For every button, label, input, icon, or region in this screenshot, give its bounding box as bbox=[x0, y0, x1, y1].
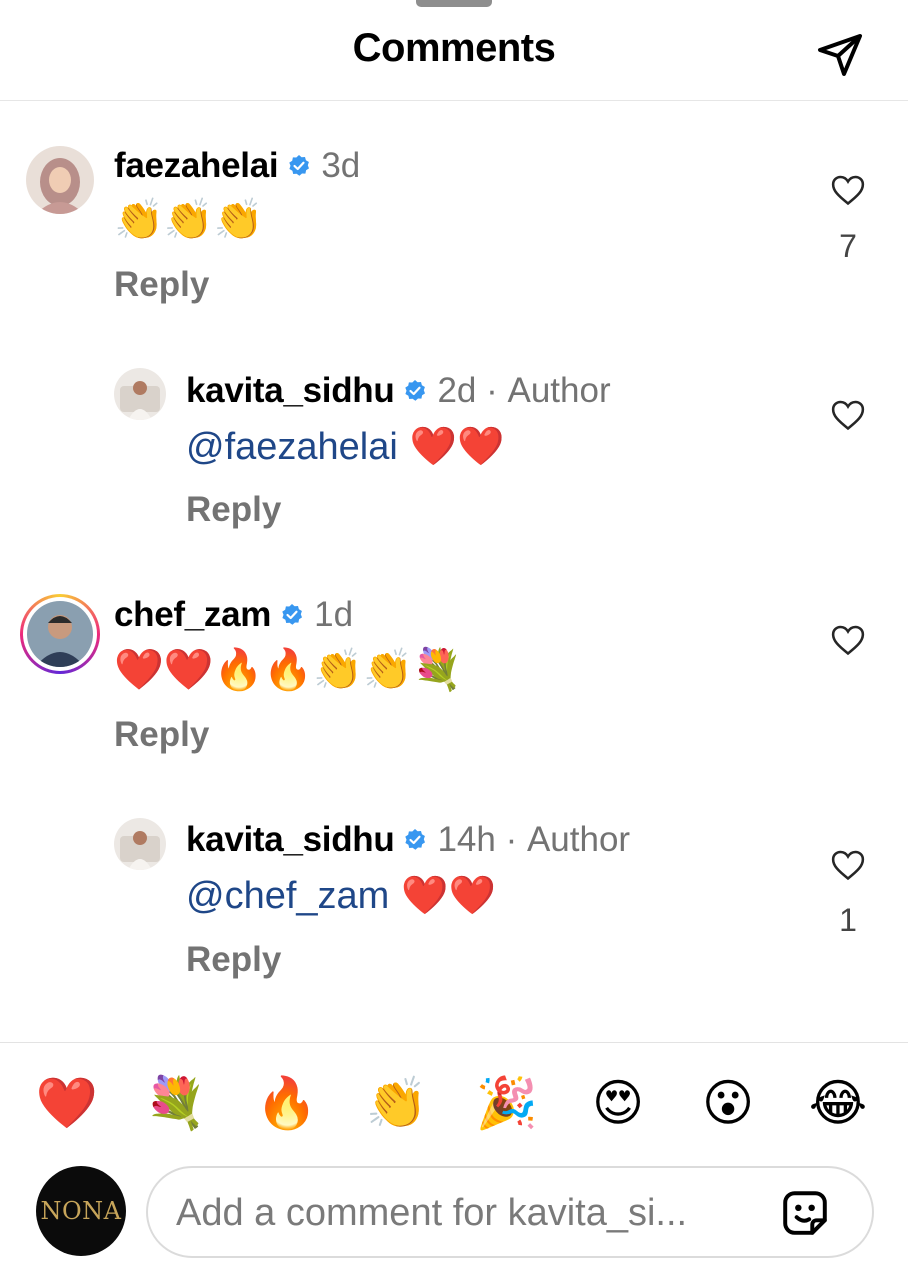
avatar[interactable] bbox=[26, 146, 94, 214]
avatar[interactable] bbox=[114, 818, 166, 870]
comment-text: ❤️❤️🔥🔥👏👏💐 bbox=[114, 647, 463, 693]
comment-time: 3d bbox=[321, 146, 361, 185]
quick-reaction-party[interactable]: 🎉 bbox=[472, 1068, 542, 1138]
avatar[interactable] bbox=[114, 368, 166, 420]
meta-separator: · bbox=[495, 820, 527, 859]
comment-input-placeholder: Add a comment for kavita_si... bbox=[176, 1192, 688, 1234]
heart-icon bbox=[831, 850, 865, 881]
heart-icon bbox=[831, 625, 865, 656]
sticker-icon bbox=[783, 1191, 827, 1235]
current-user-avatar[interactable]: NONA bbox=[36, 1166, 126, 1256]
avatar-story-ring[interactable] bbox=[20, 594, 100, 674]
comment-mention[interactable]: @faezahelai bbox=[186, 426, 398, 468]
comment-time: 2d bbox=[437, 371, 477, 410]
share-button[interactable] bbox=[812, 26, 868, 82]
reply-button[interactable]: Reply bbox=[114, 265, 209, 305]
quick-reaction-heart[interactable]: ❤️ bbox=[32, 1068, 102, 1138]
like-button[interactable] bbox=[828, 620, 868, 660]
comment-text: ❤️❤️ bbox=[397, 424, 505, 468]
sticker-button[interactable] bbox=[780, 1188, 830, 1238]
like-count: 1 bbox=[839, 902, 857, 938]
comment-username[interactable]: chef_zam bbox=[114, 595, 271, 635]
reply-button[interactable]: Reply bbox=[114, 715, 209, 755]
quick-reaction-surprised[interactable]: 😮 bbox=[693, 1068, 763, 1138]
heart-icon bbox=[831, 400, 865, 431]
like-button[interactable] bbox=[828, 845, 868, 885]
quick-reaction-laugh[interactable]: 😂 bbox=[803, 1068, 873, 1138]
comment-body: @chef_zam ❤️❤️ bbox=[186, 871, 496, 920]
like-count: 7 bbox=[839, 228, 857, 264]
comment-input[interactable]: Add a comment for kavita_si... bbox=[146, 1166, 874, 1258]
comment-username[interactable]: faezahelai bbox=[114, 146, 279, 186]
verified-icon bbox=[282, 604, 303, 625]
divider bbox=[0, 1042, 908, 1043]
page-title: Comments bbox=[352, 26, 556, 70]
quick-reaction-heart-eyes[interactable]: 😍 bbox=[583, 1068, 653, 1138]
comment-mention[interactable]: @chef_zam bbox=[186, 875, 389, 917]
comment-text: 👏👏👏 bbox=[114, 197, 264, 243]
quick-reaction-fire[interactable]: 🔥 bbox=[252, 1068, 322, 1138]
author-label: Author bbox=[507, 371, 611, 410]
comment-body: @faezahelai ❤️❤️ bbox=[186, 422, 505, 471]
quick-reaction-bar: ❤️ 💐 🔥 👏 🎉 😍 😮 😂 bbox=[0, 1068, 908, 1138]
heart-icon bbox=[831, 175, 865, 206]
comment-time: 14h bbox=[437, 820, 496, 859]
avatar-logo-text: NONA bbox=[40, 1197, 122, 1225]
header: Comments bbox=[0, 0, 908, 101]
share-icon bbox=[818, 34, 862, 76]
author-label: Author bbox=[526, 820, 631, 859]
like-button[interactable] bbox=[828, 395, 868, 435]
verified-icon bbox=[405, 829, 426, 850]
reply-button[interactable]: Reply bbox=[186, 490, 281, 530]
reply-button[interactable]: Reply bbox=[186, 940, 281, 980]
quick-reaction-bouquet[interactable]: 💐 bbox=[141, 1068, 211, 1138]
comment-text: ❤️❤️ bbox=[389, 873, 497, 917]
quick-reaction-clap[interactable]: 👏 bbox=[362, 1068, 432, 1138]
comment-username[interactable]: kavita_sidhu bbox=[186, 371, 395, 411]
like-button[interactable] bbox=[828, 170, 868, 210]
verified-icon bbox=[405, 380, 426, 401]
meta-separator: · bbox=[476, 371, 508, 410]
comment-username[interactable]: kavita_sidhu bbox=[186, 820, 395, 860]
verified-icon bbox=[289, 155, 310, 176]
comment-time: 1d bbox=[314, 595, 354, 634]
